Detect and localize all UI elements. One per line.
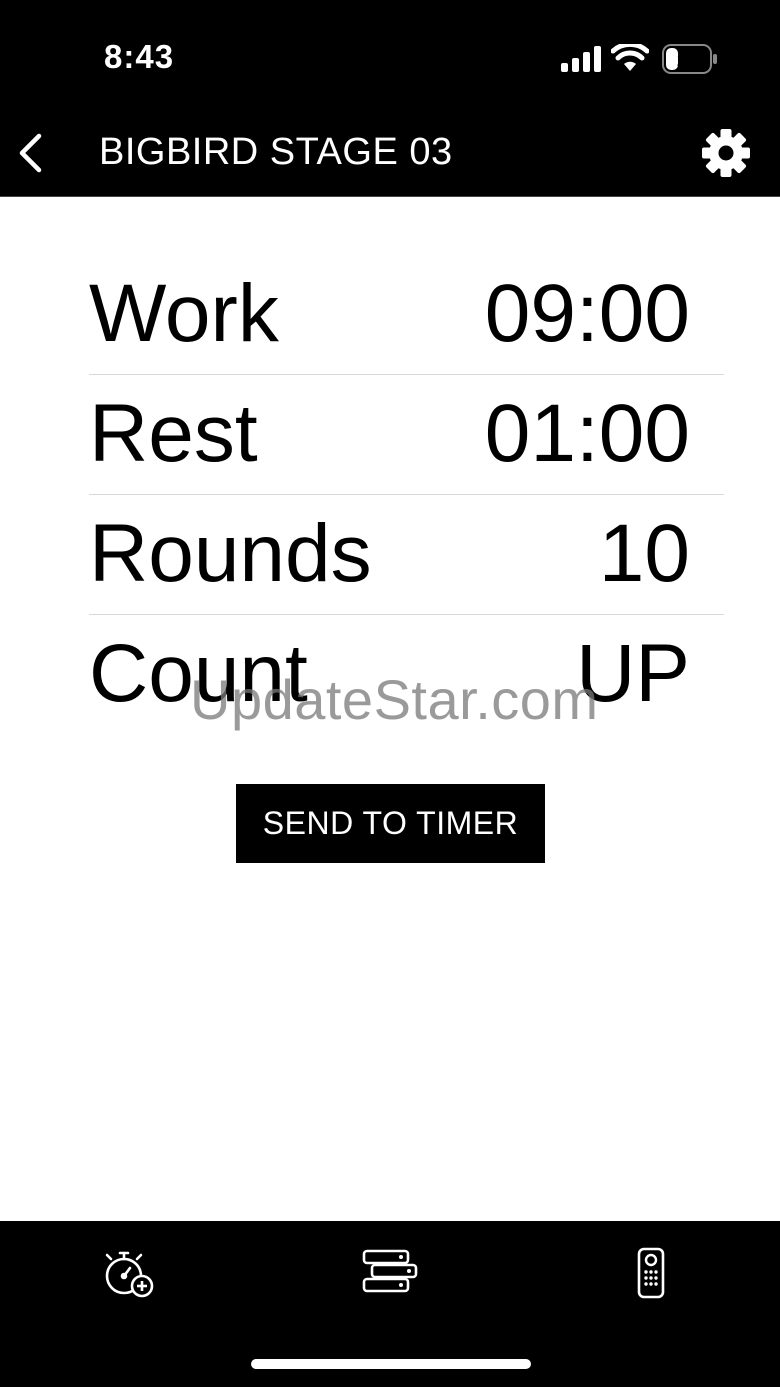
settings-button[interactable] (698, 125, 754, 181)
server-stack-icon (362, 1249, 418, 1293)
setting-label: Count (89, 628, 308, 719)
setting-value: UP (576, 628, 690, 719)
battery-level: 21 (677, 50, 697, 70)
battery-icon: 21 (662, 44, 717, 74)
setting-value: 09:00 (484, 268, 690, 359)
chevron-left-icon (19, 133, 42, 173)
tab-remote[interactable] (619, 1243, 683, 1303)
setting-label: Rest (89, 388, 258, 479)
screen: 8:43 21 BIGBIRD STAGE 03 Work 09:00 Rest… (0, 0, 780, 1387)
home-indicator[interactable] (251, 1359, 531, 1369)
setting-row-rounds[interactable]: Rounds 10 (89, 495, 724, 615)
back-button[interactable] (10, 128, 50, 178)
stopwatch-add-icon (105, 1251, 154, 1298)
tab-bar (0, 1221, 780, 1387)
setting-row-work[interactable]: Work 09:00 (89, 255, 724, 375)
status-bar: 8:43 21 (0, 0, 780, 110)
setting-label: Work (89, 268, 279, 359)
timer-settings-list: Work 09:00 Rest 01:00 Rounds 10 Count UP (89, 255, 724, 734)
gear-icon (702, 129, 750, 177)
page-title: BIGBIRD STAGE 03 (99, 131, 453, 173)
wifi-icon (611, 44, 649, 71)
cellular-signal-icon (561, 46, 601, 72)
remote-control-icon (637, 1247, 665, 1299)
tab-devices[interactable] (358, 1243, 422, 1303)
setting-row-count[interactable]: Count UP (89, 615, 724, 734)
tab-add-timer[interactable] (96, 1243, 160, 1303)
setting-value: 10 (598, 508, 690, 599)
setting-label: Rounds (89, 508, 372, 599)
setting-value: 01:00 (484, 388, 690, 479)
nav-bar: BIGBIRD STAGE 03 (0, 110, 780, 197)
status-time: 8:43 (104, 38, 175, 75)
send-to-timer-button[interactable]: SEND TO TIMER (236, 784, 545, 863)
setting-row-rest[interactable]: Rest 01:00 (89, 375, 724, 495)
